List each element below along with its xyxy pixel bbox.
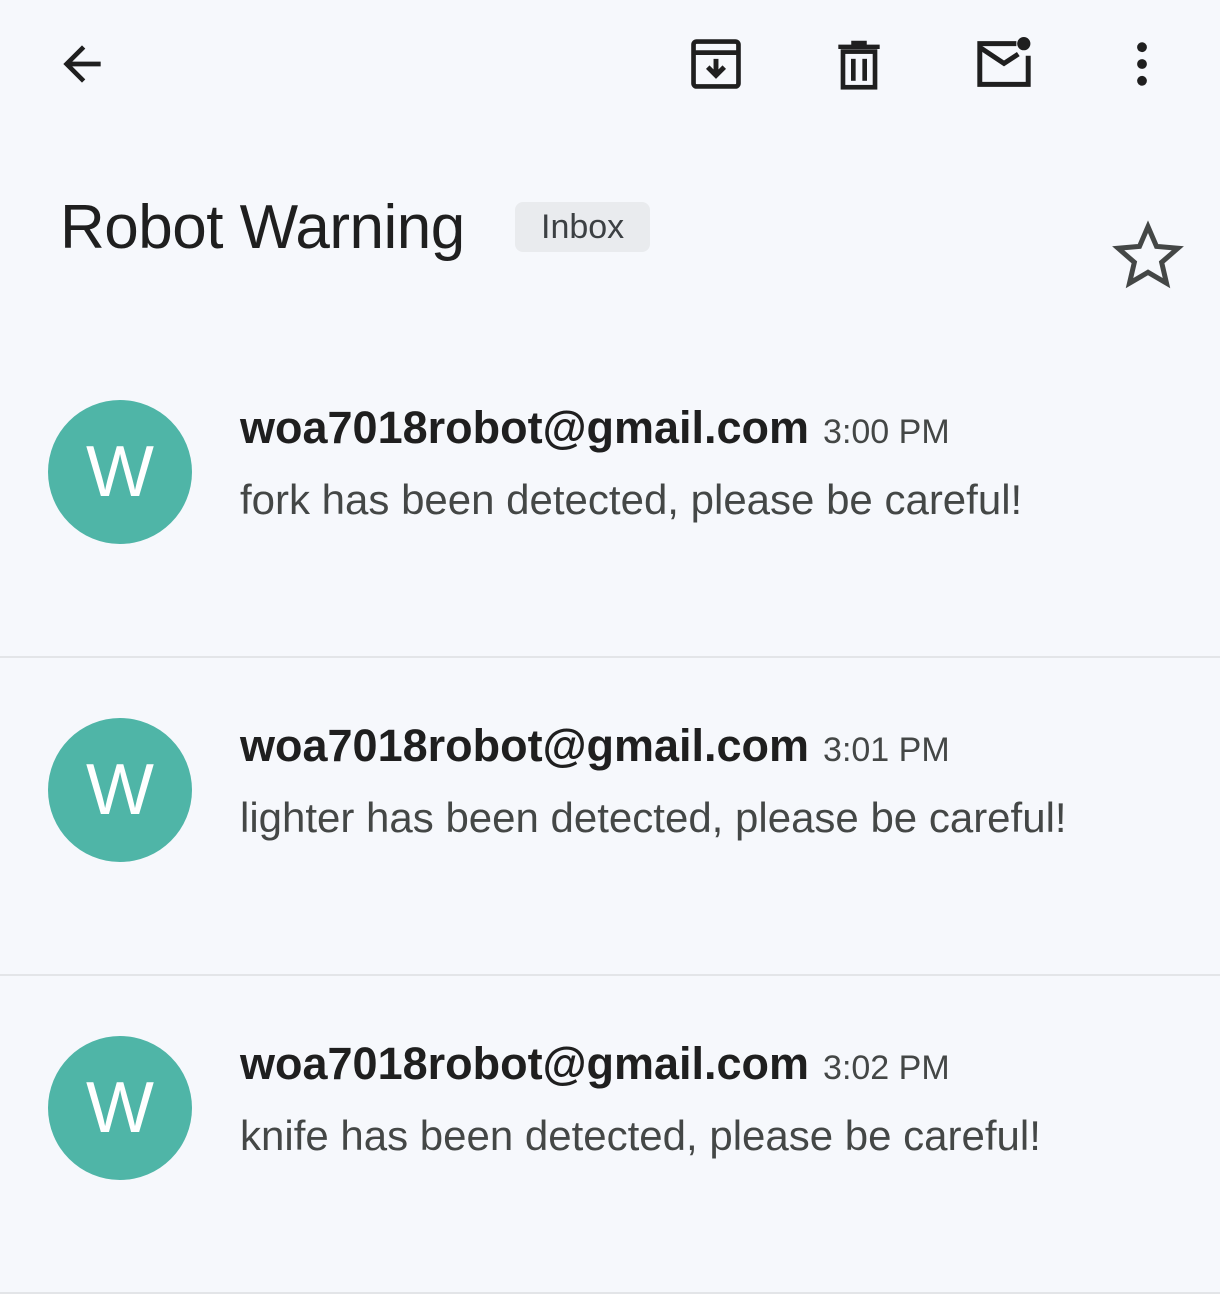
message-snippet: lighter has been detected, please be car… xyxy=(240,794,1067,841)
star-outline-icon xyxy=(1112,220,1184,289)
sender-email: woa7018robot@gmail.com xyxy=(240,402,810,453)
message-list: W woa7018robot@gmail.com 3:00 PM fork has… xyxy=(0,340,1220,1294)
subject-row: Robot Warning Inbox xyxy=(0,180,1220,290)
message-time: 3:02 PM xyxy=(823,1049,950,1087)
message-header: woa7018robot@gmail.com 3:01 PM xyxy=(240,720,950,772)
message-item[interactable]: W woa7018robot@gmail.com 3:02 PM knife ha… xyxy=(0,976,1220,1294)
mark-unread-button[interactable] xyxy=(962,22,1046,106)
top-toolbar xyxy=(0,0,1220,130)
thread-subject: Robot Warning xyxy=(60,193,465,262)
mail-unread-icon xyxy=(977,37,1031,87)
trash-icon xyxy=(838,40,880,90)
archive-icon xyxy=(691,39,741,89)
more-options-button[interactable] xyxy=(1100,22,1184,106)
message-item[interactable]: W woa7018robot@gmail.com 3:00 PM fork has… xyxy=(0,340,1220,658)
message-time: 3:00 PM xyxy=(823,413,950,451)
sender-email: woa7018robot@gmail.com xyxy=(240,1038,810,1089)
message-item[interactable]: W woa7018robot@gmail.com 3:01 PM lighter … xyxy=(0,658,1220,976)
more-vert-icon xyxy=(1137,42,1147,86)
sender-email: woa7018robot@gmail.com xyxy=(240,720,810,771)
message-snippet: knife has been detected, please be caref… xyxy=(240,1112,1041,1159)
back-button[interactable] xyxy=(40,22,124,106)
inbox-label-chip[interactable]: Inbox xyxy=(515,202,651,252)
sender-avatar[interactable]: W xyxy=(48,718,192,862)
message-snippet: fork has been detected, please be carefu… xyxy=(240,476,1023,523)
sender-avatar[interactable]: W xyxy=(48,1036,192,1180)
sender-avatar[interactable]: W xyxy=(48,400,192,544)
delete-button[interactable] xyxy=(817,22,901,106)
message-header: woa7018robot@gmail.com 3:02 PM xyxy=(240,1038,950,1090)
star-button[interactable] xyxy=(1108,216,1188,296)
message-header: woa7018robot@gmail.com 3:00 PM xyxy=(240,402,950,454)
arrow-left-icon xyxy=(63,45,101,83)
message-time: 3:01 PM xyxy=(823,731,950,769)
archive-button[interactable] xyxy=(674,22,758,106)
